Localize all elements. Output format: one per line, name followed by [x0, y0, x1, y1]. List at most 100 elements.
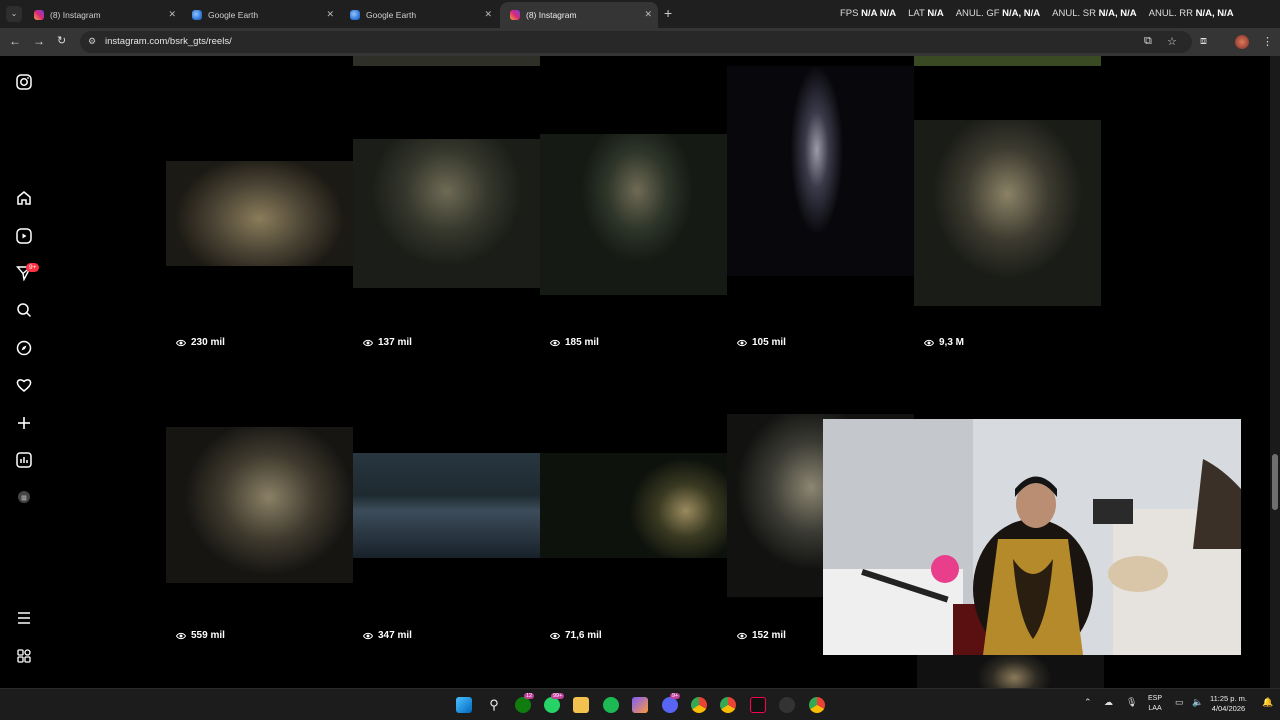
windows-taskbar: ⚲ 12 99+ 9+ ⌃ ☁ 🎙 ESP LAA ▭ 🔈 11:25 p. m… — [0, 688, 1280, 720]
tab-google-earth-2[interactable]: Google Earth ✕ — [340, 2, 498, 28]
browser-profile-avatar[interactable] — [1235, 35, 1249, 49]
reel-tile[interactable]: 230 mil — [166, 66, 353, 358]
tab-instagram-active[interactable]: (8) Instagram ✕ — [500, 2, 658, 28]
spotify-icon[interactable] — [603, 697, 619, 713]
install-app-icon[interactable]: ⧉ — [1144, 35, 1152, 48]
views-play-icon — [737, 339, 747, 346]
tab-google-earth-1[interactable]: Google Earth ✕ — [182, 2, 340, 28]
back-icon[interactable]: ← — [9, 34, 21, 48]
reel-thumbnail — [166, 161, 353, 266]
views-play-icon — [176, 632, 186, 639]
reel-thumbnail — [914, 120, 1101, 306]
notifications-icon[interactable] — [15, 376, 33, 394]
more-menu-icon[interactable] — [15, 609, 33, 627]
google-earth-icon — [350, 10, 360, 20]
bookmark-star-icon[interactable]: ☆ — [1167, 35, 1177, 48]
google-earth-icon — [192, 10, 202, 20]
reel-tile[interactable]: 185 mil — [540, 66, 727, 358]
whatsapp-icon[interactable] — [544, 697, 560, 713]
instagram-icon — [34, 10, 44, 20]
overlay-item: FPS N/A N/A — [840, 8, 897, 19]
close-tab-icon[interactable]: ✕ — [168, 9, 176, 20]
reel-views: 347 mil — [363, 630, 412, 641]
tiktok-icon[interactable] — [750, 697, 766, 713]
views-play-icon — [363, 632, 373, 639]
discord-badge: 9+ — [670, 693, 681, 699]
tab-instagram-1[interactable]: (8) Instagram ✕ — [24, 2, 182, 28]
overlay-item: LAT N/A — [908, 8, 944, 19]
notification-bell-icon[interactable]: 🔔 — [1262, 697, 1273, 708]
volume-icon[interactable]: 🔈 — [1192, 697, 1203, 708]
browser-menu-icon[interactable]: ⋮ — [1262, 35, 1273, 48]
discord-icon[interactable] — [662, 697, 678, 713]
reels-icon[interactable] — [15, 227, 33, 245]
site-info-icon[interactable]: ⚙ — [88, 36, 96, 47]
profile-avatar[interactable]: ▦ — [15, 488, 33, 506]
address-url[interactable]: instagram.com/bsrk_gts/reels/ — [105, 36, 232, 47]
reel-views: 137 mil — [363, 337, 412, 348]
reel-thumbnail — [540, 453, 727, 558]
tab-search-button[interactable]: ⌄ — [6, 6, 22, 22]
input-language[interactable]: ESP LAA — [1148, 694, 1162, 714]
reel-tile[interactable]: 9,3 M — [914, 66, 1101, 358]
extensions-icon[interactable]: ⧈ — [1200, 35, 1207, 48]
network-icon[interactable]: ▭ — [1175, 697, 1184, 708]
forward-icon[interactable]: → — [33, 34, 45, 48]
reel-views: 230 mil — [176, 337, 225, 348]
streamer-webcam-overlay — [823, 419, 1241, 655]
reel-tile[interactable]: 137 mil — [353, 66, 540, 358]
reel-tile[interactable]: 71,6 mil — [540, 359, 727, 651]
views-count: 71,6 mil — [565, 630, 602, 641]
create-icon[interactable] — [15, 414, 33, 432]
overlay-item: ANUL. RR N/A, N/A — [1148, 8, 1234, 19]
instagram-logo-icon[interactable] — [15, 73, 33, 91]
address-bar[interactable]: ⚙ instagram.com/bsrk_gts/reels/ — [80, 31, 1192, 53]
instagram-sidebar: 9+ ▦ — [0, 56, 48, 688]
new-tab-button[interactable]: + — [664, 5, 672, 21]
reel-tile[interactable]: 559 mil — [166, 359, 353, 651]
views-count: 559 mil — [191, 630, 225, 641]
reel-tile[interactable]: 347 mil — [353, 359, 540, 651]
onedrive-icon[interactable]: ☁ — [1104, 697, 1113, 708]
search-icon[interactable] — [15, 301, 33, 319]
microphone-icon[interactable]: 🎙 — [1126, 697, 1137, 708]
dashboard-icon[interactable] — [15, 451, 33, 469]
system-clock[interactable]: 11:25 p. m. 4/04/2026 — [1210, 694, 1247, 714]
home-icon[interactable] — [15, 189, 33, 207]
obs-icon[interactable] — [779, 697, 795, 713]
views-count: 9,3 M — [939, 337, 965, 348]
views-count: 347 mil — [378, 630, 412, 641]
reel-thumbnail — [727, 66, 914, 276]
views-play-icon — [737, 632, 747, 639]
reel-thumbnail — [917, 654, 1104, 688]
reel-views: 9,3 M — [924, 337, 964, 348]
reel-tile[interactable]: 105 mil — [727, 66, 914, 358]
close-tab-icon[interactable]: ✕ — [644, 9, 652, 20]
views-play-icon — [363, 339, 373, 346]
explore-icon[interactable] — [15, 339, 33, 357]
overlay-item: ANUL. SR N/A, N/A — [1052, 8, 1137, 19]
windows-start-icon[interactable] — [456, 697, 472, 713]
reel-thumbnail — [353, 453, 540, 558]
chrome-icon[interactable] — [720, 697, 736, 713]
xbox-icon[interactable] — [515, 697, 531, 713]
reload-icon[interactable]: ↻ — [57, 34, 66, 47]
copilot-icon[interactable] — [632, 697, 648, 713]
also-from-meta-icon[interactable] — [15, 647, 33, 665]
reel-thumbnail — [540, 134, 727, 295]
scrollbar-thumb[interactable] — [1272, 454, 1278, 510]
search-icon[interactable]: ⚲ — [486, 697, 502, 713]
show-hidden-icons[interactable]: ⌃ — [1084, 697, 1092, 708]
close-tab-icon[interactable]: ✕ — [326, 9, 334, 20]
screen: ⌄ (8) Instagram ✕ Google Earth ✕ Google … — [0, 0, 1280, 720]
file-explorer-icon[interactable] — [573, 697, 589, 713]
reel-thumbnail — [914, 56, 1101, 66]
page-scrollbar[interactable] — [1270, 56, 1280, 688]
close-tab-icon[interactable]: ✕ — [484, 9, 492, 20]
instagram-page: 9+ ▦ 230 mil 137 mil 185 mil 105 mil 9,3… — [0, 56, 1280, 688]
chrome-icon[interactable] — [809, 697, 825, 713]
views-play-icon — [550, 632, 560, 639]
chrome-icon[interactable] — [691, 697, 707, 713]
whatsapp-badge: 99+ — [551, 693, 565, 699]
tab-title: Google Earth — [366, 10, 417, 20]
